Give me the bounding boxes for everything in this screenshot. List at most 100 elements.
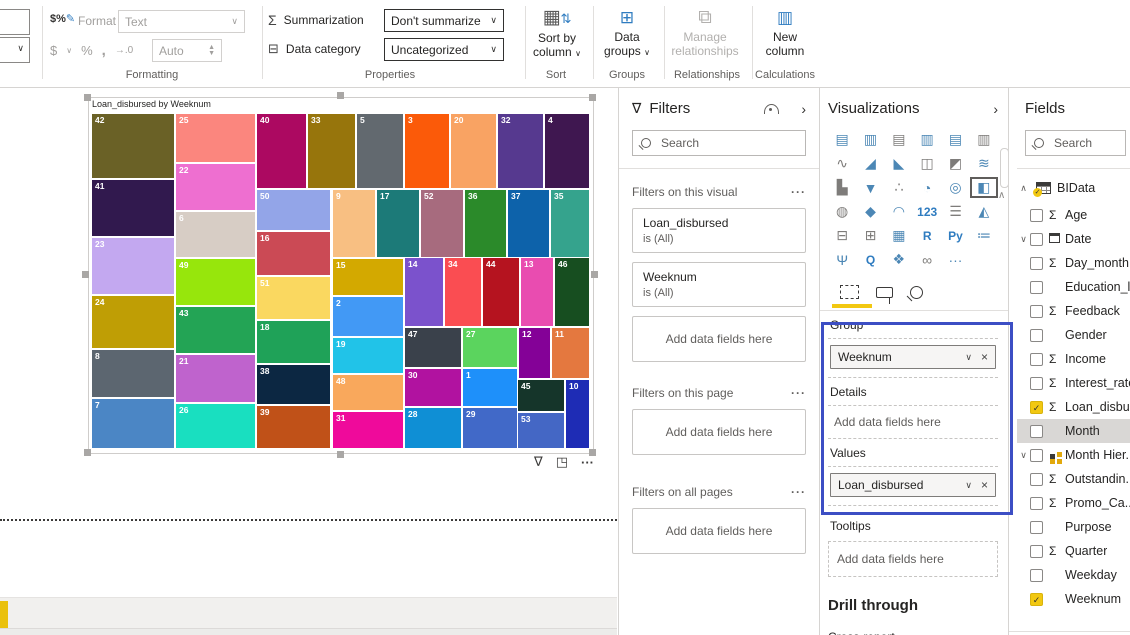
field-row-promo-ca-[interactable]: ΣPromo_Ca... (1017, 491, 1130, 515)
currency-button[interactable]: $ (50, 43, 57, 58)
treemap-cell-1[interactable]: 1 (463, 369, 517, 406)
pill-remove-icon[interactable]: × (981, 478, 988, 492)
selection-handle[interactable] (84, 94, 91, 101)
scatter-chart-icon[interactable]: ∴ (885, 177, 913, 198)
treemap-cell-9[interactable]: 9 (333, 190, 375, 257)
expand-field-icon[interactable]: ∨ (1017, 450, 1030, 461)
treemap-cell-14[interactable]: 14 (405, 258, 443, 326)
line-chart-icon[interactable]: ∿ (828, 153, 856, 174)
kpi-icon[interactable]: ◭ (970, 201, 998, 222)
treemap-cell-26[interactable]: 26 (176, 404, 255, 448)
percent-button[interactable]: % (81, 43, 93, 58)
treemap-cell-6[interactable]: 6 (176, 212, 255, 257)
values-well[interactable]: Loan_disbursed ∨ × (828, 467, 998, 506)
manage-relationships-button[interactable]: ⧉ Manage relationships (670, 6, 740, 58)
field-row-quarter[interactable]: ΣQuarter (1017, 539, 1130, 563)
stacked-area-chart-icon[interactable]: ◣ (885, 153, 913, 174)
field-row-income[interactable]: ΣIncome (1017, 347, 1130, 371)
treemap-cell-39[interactable]: 39 (257, 406, 330, 448)
collapse-pane-icon[interactable]: › (801, 101, 806, 117)
donut-chart-icon[interactable]: ◎ (941, 177, 969, 198)
field-checkbox[interactable] (1030, 449, 1043, 462)
field-row-month-hier-[interactable]: ∨Month Hier... (1017, 443, 1130, 467)
clustered-bar-chart-icon[interactable]: ▤ (885, 129, 913, 150)
scroll-up-icon[interactable]: ∧ (998, 190, 1005, 201)
treemap-cell-40[interactable]: 40 (257, 114, 306, 188)
decomposition-tree-icon[interactable]: Ψ (828, 249, 856, 270)
field-checkbox[interactable] (1030, 305, 1043, 318)
decimal-auto-spinner[interactable]: Auto ▲▼ (152, 39, 222, 62)
line-stacked-column-chart-icon[interactable]: ◫ (913, 153, 941, 174)
arcgis-map-icon[interactable]: ❖ (885, 249, 913, 270)
treemap-cell-25[interactable]: 25 (176, 114, 255, 162)
treemap-cell-21[interactable]: 21 (176, 355, 255, 402)
treemap-cell-20[interactable]: 20 (451, 114, 496, 188)
field-row-month[interactable]: Month (1017, 419, 1130, 443)
field-checkbox[interactable] (1030, 233, 1043, 246)
tooltips-well-dropzone[interactable]: Add data fields here (828, 541, 998, 577)
treemap-visual[interactable]: Loan_disbursed by Weeknum 42412324872522… (88, 97, 594, 454)
100-stacked-bar-chart-icon[interactable]: ▤ (941, 129, 969, 150)
treemap-cell-53[interactable]: 53 (518, 413, 564, 448)
treemap-cell-12[interactable]: 12 (519, 328, 550, 378)
field-checkbox[interactable] (1030, 425, 1043, 438)
map-icon[interactable]: ◍ (828, 201, 856, 222)
field-checkbox[interactable] (1030, 377, 1043, 390)
r-script-visual-icon[interactable]: R (913, 225, 941, 246)
treemap-cell-46[interactable]: 46 (555, 258, 589, 326)
metrics-icon[interactable]: ∞ (913, 249, 941, 270)
treemap-cell-47[interactable]: 47 (405, 328, 461, 367)
treemap-cell-29[interactable]: 29 (463, 408, 517, 448)
selection-handle[interactable] (84, 449, 91, 456)
field-checkbox[interactable] (1030, 569, 1043, 582)
pill-chevron-down-icon[interactable]: ∨ (965, 352, 972, 363)
pill-remove-icon[interactable]: × (981, 350, 988, 364)
currency-chevron-icon[interactable]: ∨ (66, 46, 72, 55)
field-checkbox[interactable] (1030, 497, 1043, 510)
field-checkbox[interactable]: ✓ (1030, 593, 1043, 606)
data-category-dropdown[interactable]: Uncategorized∨ (384, 38, 504, 61)
comma-button[interactable]: , (102, 42, 106, 59)
treemap-cell-32[interactable]: 32 (498, 114, 543, 188)
treemap-cell-52[interactable]: 52 (421, 190, 463, 257)
treemap-cell-23[interactable]: 23 (92, 238, 174, 294)
stacked-bar-chart-icon[interactable]: ▤ (828, 129, 856, 150)
slicer-icon[interactable]: ⊟ (828, 225, 856, 246)
fields-search-box[interactable] (1025, 130, 1126, 156)
filters-search-box[interactable] (632, 130, 806, 156)
clustered-column-chart-icon[interactable]: ▥ (913, 129, 941, 150)
field-row-date[interactable]: ∨Date (1017, 227, 1130, 251)
treemap-cell-37[interactable]: 37 (508, 190, 549, 257)
treemap-cell-8[interactable]: 8 (92, 350, 174, 397)
stacked-column-chart-icon[interactable]: ▥ (856, 129, 884, 150)
field-row-weekday[interactable]: Weekday (1017, 563, 1130, 587)
tab-fields-icon[interactable] (840, 285, 859, 299)
line-clustered-column-chart-icon[interactable]: ◩ (941, 153, 969, 174)
treemap-cell-3[interactable]: 3 (405, 114, 449, 188)
treemap-cell-27[interactable]: 27 (463, 328, 517, 367)
treemap-cell-34[interactable]: 34 (445, 258, 481, 326)
filter-card[interactable]: Weeknumis (All) (632, 262, 806, 307)
gauge-icon[interactable]: ◠ (885, 201, 913, 222)
pie-chart-icon[interactable]: ◔ (913, 177, 941, 198)
format-type-dropdown[interactable]: Text∨ (118, 10, 245, 33)
treemap-cell-17[interactable]: 17 (377, 190, 419, 257)
treemap-cell-22[interactable]: 22 (176, 164, 255, 210)
treemap-cell-49[interactable]: 49 (176, 259, 255, 305)
key-influencers-icon[interactable]: ≔ (970, 225, 998, 246)
pill-chevron-down-icon[interactable]: ∨ (965, 480, 972, 491)
100-stacked-column-chart-icon[interactable]: ▥ (970, 129, 998, 150)
selection-handle[interactable] (591, 271, 598, 278)
field-checkbox[interactable] (1030, 521, 1043, 534)
selection-handle[interactable] (337, 451, 344, 458)
collapse-table-icon[interactable]: ∧ (1017, 183, 1030, 194)
funnel-chart-icon[interactable]: ▼ (856, 177, 884, 198)
ribbon-chart-icon[interactable]: ≋ (970, 153, 998, 174)
summarization-dropdown[interactable]: Don't summarize∨ (384, 9, 504, 32)
field-checkbox[interactable] (1030, 281, 1043, 294)
focus-mode-icon[interactable]: ◳ (556, 454, 568, 470)
field-row-age[interactable]: ΣAge (1017, 203, 1130, 227)
details-well-dropzone[interactable]: Add data fields here (828, 406, 998, 439)
table-node-bidata[interactable]: ∧ ✓ BIData (1017, 175, 1130, 201)
field-checkbox[interactable] (1030, 257, 1043, 270)
